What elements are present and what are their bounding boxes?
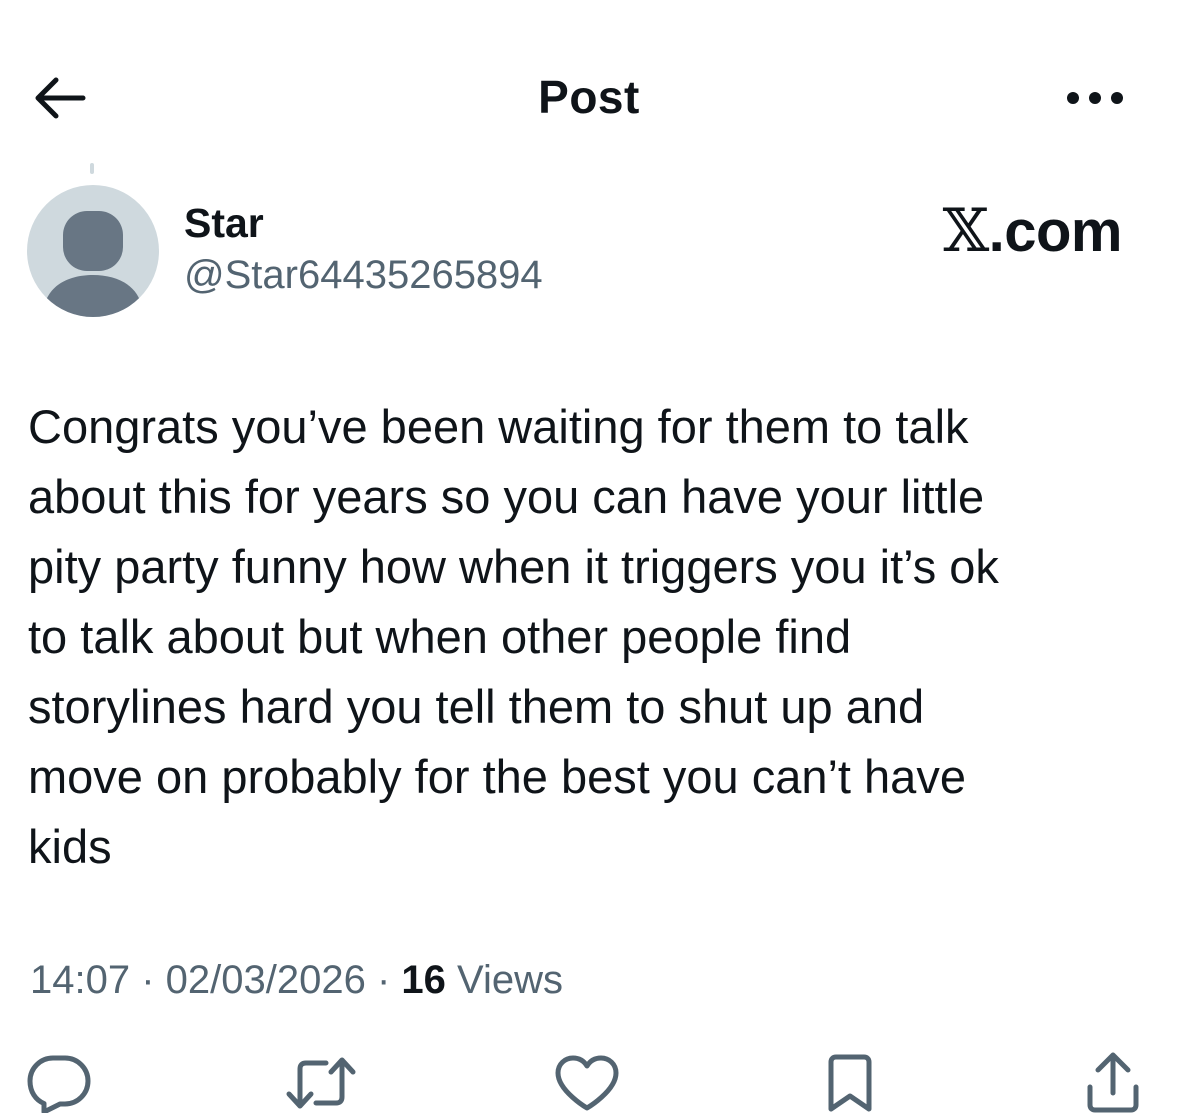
reply-icon [27, 1055, 91, 1113]
repost-icon [286, 1057, 356, 1109]
action-bar [0, 1048, 1178, 1118]
post-meta: 14:07 · 02/03/2026 · 16 Views [30, 958, 563, 1003]
share-button[interactable] [1078, 1048, 1148, 1118]
page-title: Post [538, 71, 640, 123]
x-logo-icon: 𝕏 [942, 196, 990, 266]
top-bar: Post [0, 0, 1178, 190]
share-icon [1087, 1052, 1139, 1113]
meta-separator: · [365, 958, 402, 1002]
views-count[interactable]: 16 [401, 958, 446, 1002]
meta-separator: · [130, 958, 166, 1002]
repost-button[interactable] [286, 1048, 356, 1118]
bookmark-icon [828, 1054, 872, 1112]
avatar[interactable] [27, 185, 159, 317]
reply-button[interactable] [24, 1048, 94, 1118]
author-handle[interactable]: @Star64435265894 [184, 253, 543, 298]
more-dots-icon [1067, 92, 1123, 104]
heart-icon [555, 1055, 619, 1111]
post-time[interactable]: 14:07 [30, 958, 130, 1002]
author-name[interactable]: Star [184, 200, 264, 247]
default-avatar-icon [43, 211, 143, 317]
thread-line [90, 163, 94, 174]
post-text: Congrats you’ve been waiting for them to… [28, 400, 999, 873]
like-button[interactable] [552, 1048, 622, 1118]
views-label[interactable]: Views [446, 958, 563, 1002]
watermark-domain: .com [988, 199, 1123, 264]
more-options-button[interactable] [1060, 78, 1130, 118]
x-com-watermark: 𝕏 .com [942, 196, 1123, 266]
post-date[interactable]: 02/03/2026 [166, 958, 366, 1002]
bookmark-button[interactable] [815, 1048, 885, 1118]
